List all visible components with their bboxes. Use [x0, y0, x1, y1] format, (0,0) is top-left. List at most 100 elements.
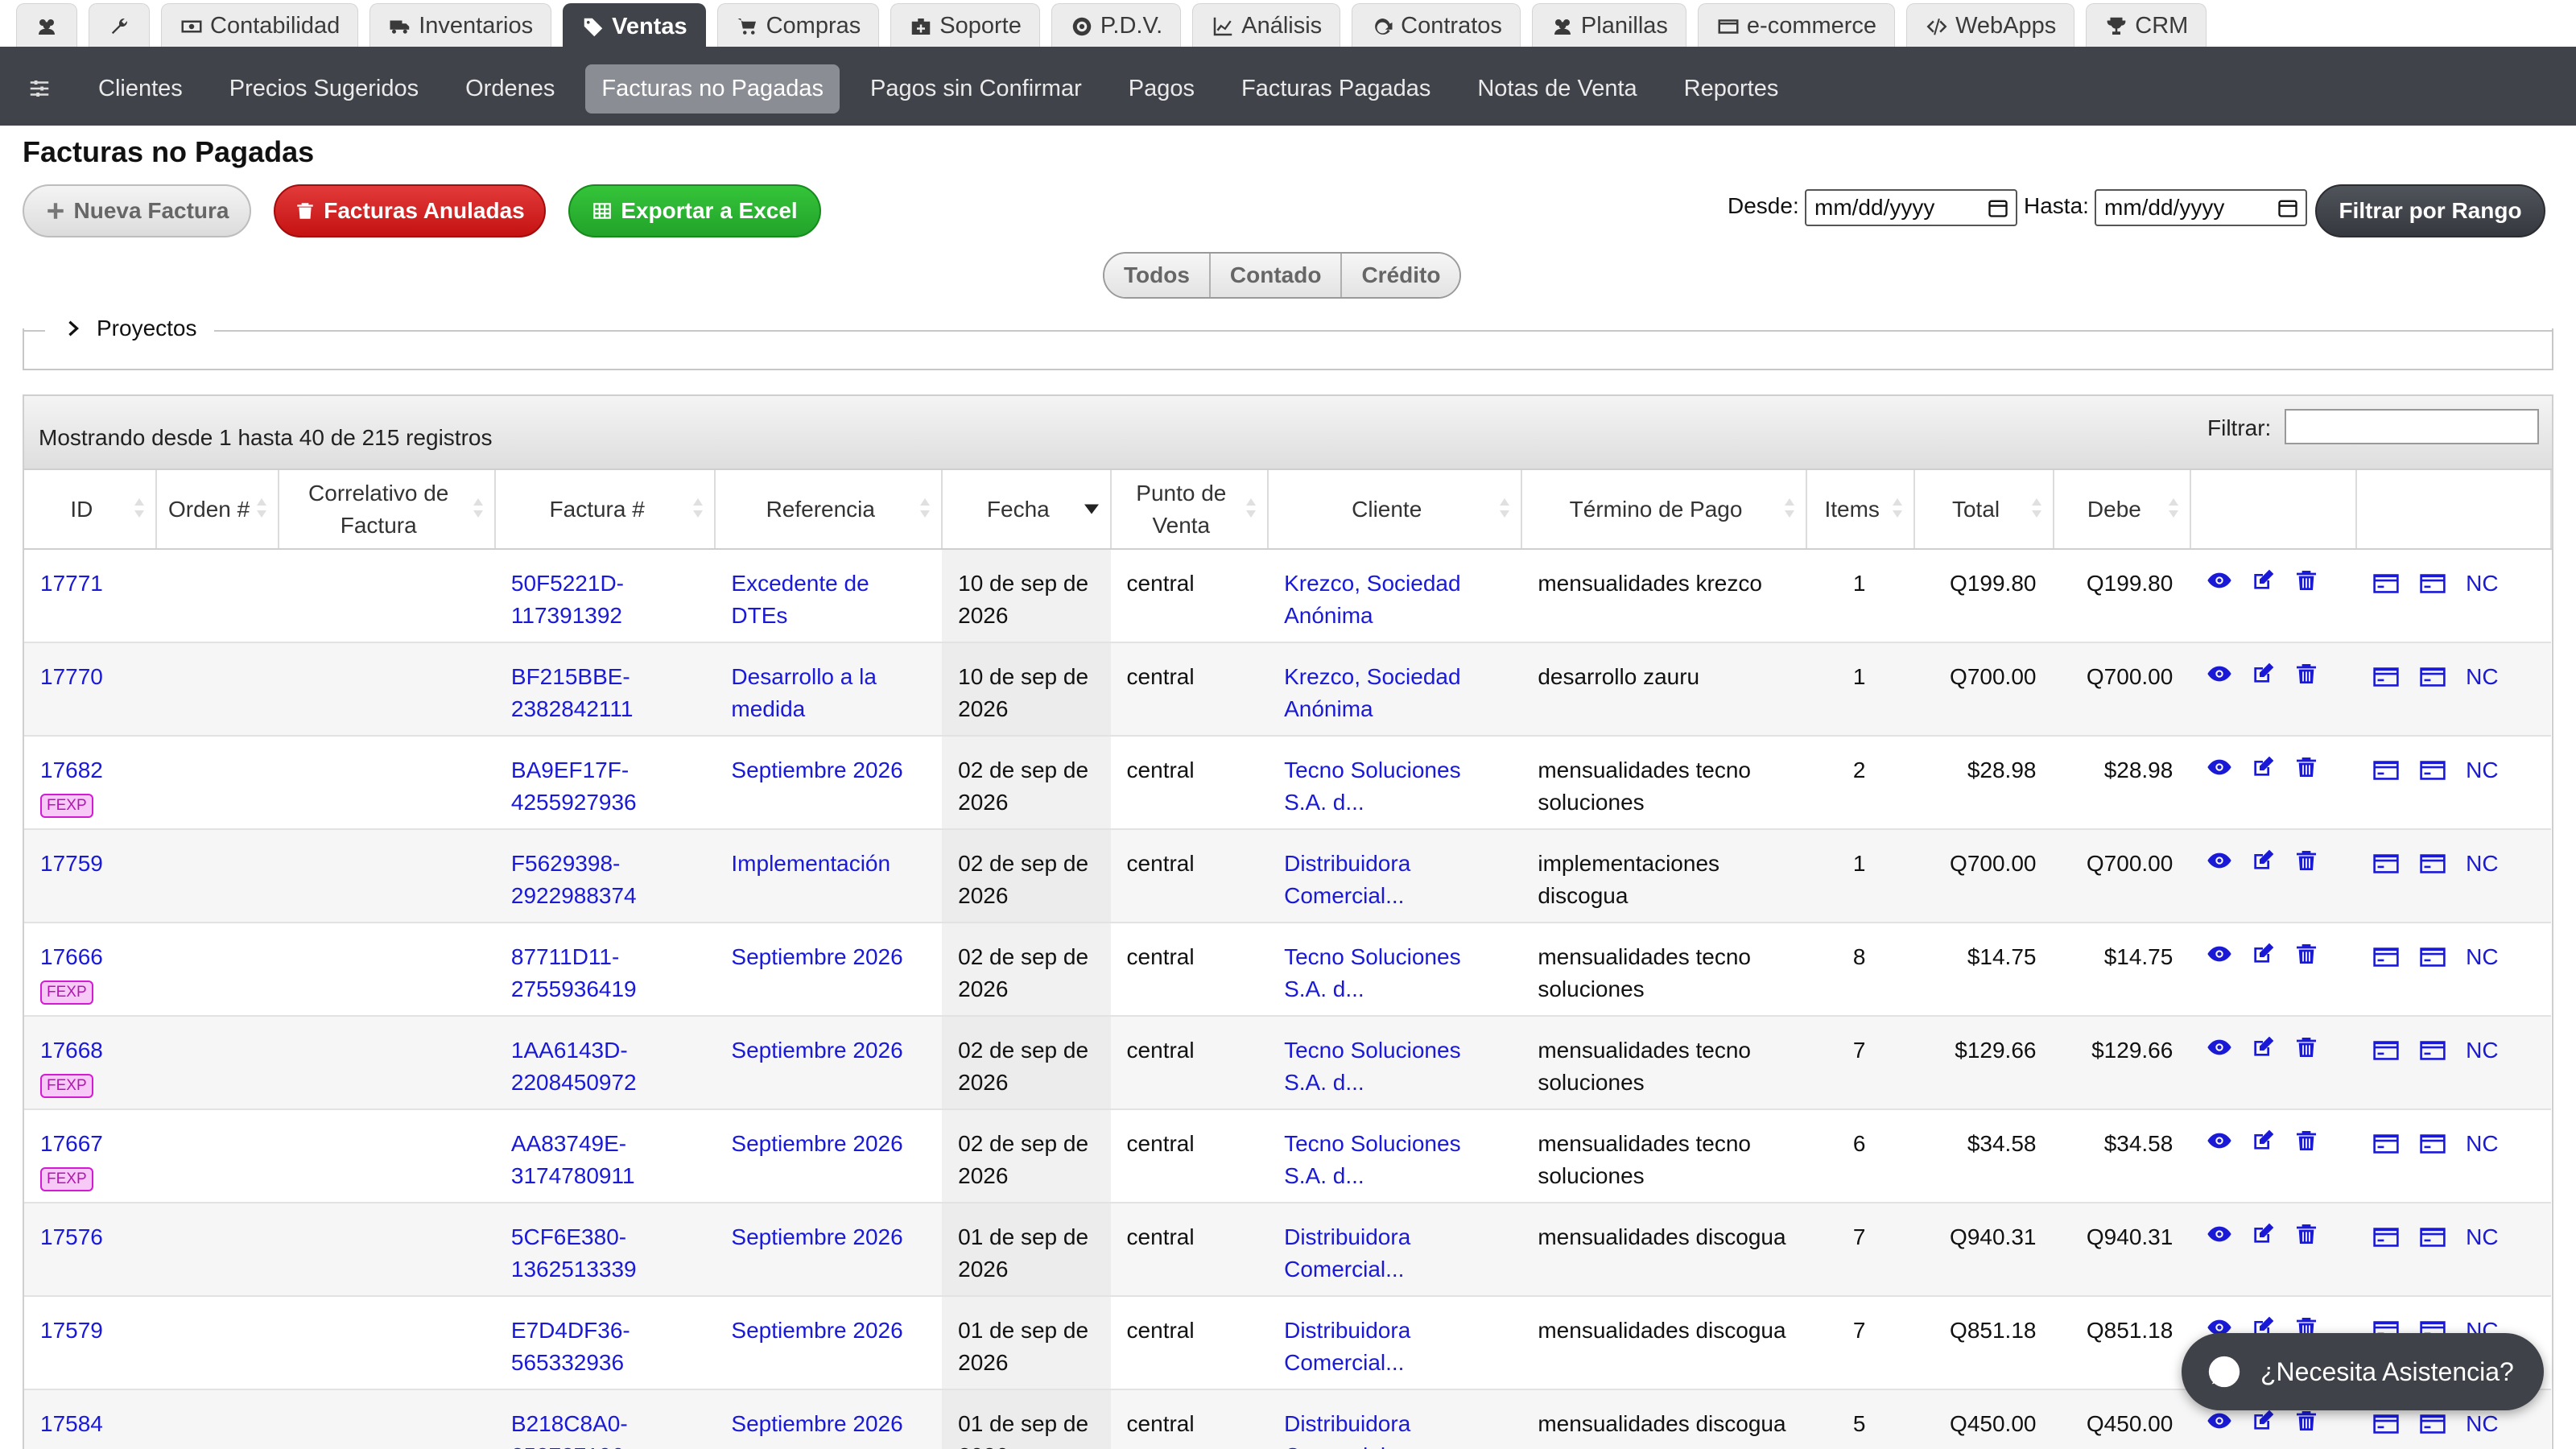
invoice-id-link[interactable]: 17682: [40, 758, 103, 782]
table-row[interactable]: 17682 FEXP BA9EF17F-4255927936 Septiembre 2…: [24, 736, 2551, 830]
module-tab-contratos[interactable]: Contratos: [1352, 3, 1521, 48]
factura-number-link[interactable]: 50F5221D-117391392: [511, 571, 624, 628]
referencia-link[interactable]: Septiembre 2026: [731, 1224, 902, 1249]
view-eye-icon[interactable]: [2207, 848, 2232, 873]
factura-number-link[interactable]: B218C8A0-252727196: [511, 1411, 628, 1449]
credit-note-link[interactable]: NC: [2466, 848, 2498, 880]
register-payment-card-icon[interactable]: [2372, 758, 2400, 782]
credit-note-link[interactable]: NC: [2466, 1408, 2498, 1440]
delete-trash-icon[interactable]: [2293, 848, 2319, 873]
payment-card-icon[interactable]: [2419, 1038, 2446, 1063]
register-payment-card-icon[interactable]: [2372, 1038, 2400, 1063]
cliente-link[interactable]: Tecno Soluciones S.A. d...: [1284, 758, 1460, 815]
invoice-id-link[interactable]: 17576: [40, 1224, 103, 1249]
invoice-id-link[interactable]: 17771: [40, 571, 103, 596]
view-eye-icon[interactable]: [2207, 661, 2232, 687]
referencia-link[interactable]: Septiembre 2026: [731, 758, 902, 782]
edit-icon[interactable]: [2250, 848, 2276, 873]
referencia-link[interactable]: Septiembre 2026: [731, 944, 902, 969]
table-row[interactable]: 17584 B218C8A0-252727196 Septiembre 2026 01…: [24, 1389, 2551, 1449]
payment-card-icon[interactable]: [2419, 852, 2446, 876]
edit-icon[interactable]: [2250, 1034, 2276, 1060]
delete-trash-icon[interactable]: [2293, 1128, 2319, 1154]
referencia-link[interactable]: Septiembre 2026: [731, 1038, 902, 1063]
subnav-item-precios-sugeridos[interactable]: Precios Sugeridos: [213, 64, 435, 114]
subnav-item-reportes[interactable]: Reportes: [1668, 64, 1795, 114]
credit-note-link[interactable]: NC: [2466, 661, 2498, 693]
filter-contado[interactable]: Contado: [1210, 254, 1343, 297]
table-row[interactable]: 17579 E7D4DF36-565332936 Septiembre 2026 01…: [24, 1296, 2551, 1390]
referencia-link[interactable]: Septiembre 2026: [731, 1318, 902, 1343]
subnav-item-ordenes[interactable]: Ordenes: [449, 64, 571, 114]
module-tab-compras[interactable]: Compras: [716, 3, 880, 48]
view-eye-icon[interactable]: [2207, 1034, 2232, 1060]
factura-number-link[interactable]: AA83749E-3174780911: [511, 1131, 635, 1188]
register-payment-card-icon[interactable]: [2372, 1225, 2400, 1249]
column-header-items[interactable]: Items: [1806, 470, 1915, 550]
register-payment-card-icon[interactable]: [2372, 572, 2400, 596]
module-tab-wrench[interactable]: [89, 3, 150, 48]
filter-input[interactable]: [2285, 409, 2539, 444]
edit-icon[interactable]: [2250, 754, 2276, 780]
module-tab-crm[interactable]: CRM: [2086, 3, 2207, 48]
factura-number-link[interactable]: E7D4DF36-565332936: [511, 1318, 630, 1375]
desde-date-input[interactable]: mm/dd/yyyy: [1805, 189, 2017, 226]
module-tab-soporte[interactable]: Soporte: [890, 3, 1040, 48]
credit-note-link[interactable]: NC: [2466, 1034, 2498, 1067]
cliente-link[interactable]: Distribuidora Comercial...: [1284, 851, 1410, 908]
payment-card-icon[interactable]: [2419, 1132, 2446, 1156]
column-header-id[interactable]: ID: [24, 470, 157, 550]
invoice-id-link[interactable]: 17668: [40, 1038, 103, 1063]
invoice-id-link[interactable]: 17579: [40, 1318, 103, 1343]
module-tab-webapps[interactable]: WebApps: [1906, 3, 2075, 48]
cliente-link[interactable]: Distribuidora Comercial...: [1284, 1318, 1410, 1375]
factura-number-link[interactable]: F5629398-2922988374: [511, 851, 637, 908]
payment-card-icon[interactable]: [2419, 1412, 2446, 1436]
credit-note-link[interactable]: NC: [2466, 1221, 2498, 1253]
referencia-link[interactable]: Implementación: [731, 851, 890, 876]
column-header-correlativo-de-factura[interactable]: Correlativo de Factura: [278, 470, 496, 550]
column-header-t-rmino-de-pago[interactable]: Término de Pago: [1521, 470, 1807, 550]
view-eye-icon[interactable]: [2207, 941, 2232, 967]
table-row[interactable]: 17770 BF215BBE-2382842111 Desarrollo a la …: [24, 642, 2551, 737]
table-row[interactable]: 17666 FEXP 87711D11-2755936419 Septiembre 2…: [24, 923, 2551, 1017]
view-eye-icon[interactable]: [2207, 1221, 2232, 1247]
column-header-factura-[interactable]: Factura #: [494, 470, 716, 550]
sliders-icon[interactable]: [27, 76, 52, 101]
payment-card-icon[interactable]: [2419, 572, 2446, 596]
subnav-item-pagos-sin-confirmar[interactable]: Pagos sin Confirmar: [854, 64, 1098, 114]
invoice-id-link[interactable]: 17666: [40, 944, 103, 969]
register-payment-card-icon[interactable]: [2372, 1132, 2400, 1156]
column-header-fecha[interactable]: Fecha: [942, 470, 1112, 550]
referencia-link[interactable]: Excedente de DTEs: [731, 571, 869, 628]
cliente-link[interactable]: Distribuidora Comercial...: [1284, 1224, 1410, 1282]
view-eye-icon[interactable]: [2207, 1408, 2232, 1434]
invoice-id-link[interactable]: 17770: [40, 664, 103, 689]
payment-card-icon[interactable]: [2419, 665, 2446, 689]
column-header-referencia[interactable]: Referencia: [715, 470, 943, 550]
void-invoices-button[interactable]: Facturas Anuladas: [274, 184, 546, 237]
subnav-item-facturas-no-pagadas[interactable]: Facturas no Pagadas: [585, 64, 840, 114]
calendar-icon[interactable]: [2277, 196, 2299, 219]
subnav-item-clientes[interactable]: Clientes: [82, 64, 199, 114]
column-header-orden-[interactable]: Orden #: [155, 470, 279, 550]
module-tab-p-d-v-[interactable]: P.D.V.: [1051, 3, 1182, 48]
referencia-link[interactable]: Desarrollo a la medida: [731, 664, 877, 721]
module-tab-ventas[interactable]: Ventas: [563, 3, 706, 50]
edit-icon[interactable]: [2250, 941, 2276, 967]
edit-icon[interactable]: [2250, 1408, 2276, 1434]
credit-note-link[interactable]: NC: [2466, 754, 2498, 786]
module-tab-an-lisis[interactable]: Análisis: [1192, 3, 1341, 48]
cliente-link[interactable]: Krezco, Sociedad Anónima: [1284, 664, 1460, 721]
table-row[interactable]: 17759 F5629398-2922988374 Implementación 02…: [24, 829, 2551, 923]
module-tab-e-commerce[interactable]: e-commerce: [1697, 3, 1896, 48]
view-eye-icon[interactable]: [2207, 754, 2232, 780]
filter-range-button[interactable]: Filtrar por Rango: [2315, 184, 2545, 237]
register-payment-card-icon[interactable]: [2372, 852, 2400, 876]
table-row[interactable]: 17667 FEXP AA83749E-3174780911 Septiembre 2…: [24, 1109, 2551, 1203]
table-row[interactable]: 17668 FEXP 1AA6143D-2208450972 Septiembre 2…: [24, 1016, 2551, 1110]
invoice-id-link[interactable]: 17584: [40, 1411, 103, 1436]
help-chat-button[interactable]: ¿Necesita Asistencia?: [2182, 1333, 2544, 1410]
invoice-id-link[interactable]: 17759: [40, 851, 103, 876]
column-header-debe[interactable]: Debe: [2054, 470, 2192, 550]
